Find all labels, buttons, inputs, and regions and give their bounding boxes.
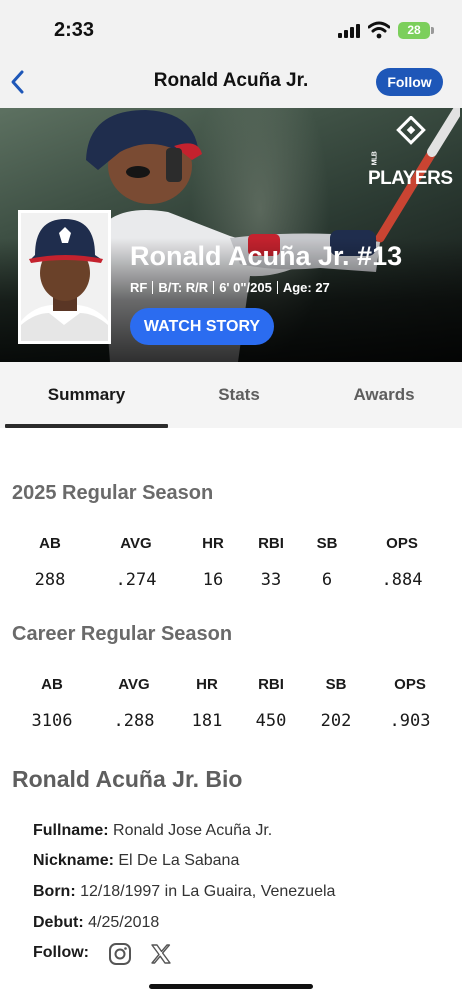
season-header-rbi: RBI xyxy=(258,535,284,552)
bio-nickname-value: El De La Sabana xyxy=(118,852,240,869)
status-bar: 2:33 28 xyxy=(0,0,462,58)
hero-player-meta: RF B/T: R/R 6' 0"/205 Age: 27 xyxy=(130,280,330,295)
player-age: Age: 27 xyxy=(282,280,330,295)
season-header-sb: SB xyxy=(316,535,338,552)
career-value-avg: .288 xyxy=(113,711,155,731)
bio-nickname-label: Nickname: xyxy=(33,852,114,869)
bio-debut-label: Debut: xyxy=(33,914,84,931)
nav-bar: Ronald Acuña Jr. Follow xyxy=(0,58,462,108)
home-indicator xyxy=(149,984,313,989)
career-header-avg: AVG xyxy=(118,676,150,693)
career-header-ab: AB xyxy=(41,676,63,693)
mlb-players-logo-word: PLAYERS xyxy=(368,168,453,189)
battery-icon: 28 xyxy=(398,22,430,39)
chevron-left-icon[interactable] xyxy=(8,68,28,96)
active-tab-indicator xyxy=(5,424,168,428)
watch-story-button[interactable]: WATCH STORY xyxy=(130,308,274,345)
battery-tip xyxy=(431,27,434,34)
career-value-ops: .903 xyxy=(389,711,431,731)
mlb-players-logo-text: MLB PLAYERS xyxy=(368,146,462,190)
tab-bar: Summary Stats Awards xyxy=(0,362,462,428)
season-value-avg: .274 xyxy=(115,570,157,590)
cellular-signal-icon xyxy=(338,24,360,38)
meta-divider xyxy=(276,281,278,294)
hero-player-name: Ronald Acuña Jr. #13 xyxy=(130,241,403,271)
season-value-hr: 16 xyxy=(202,570,224,590)
bio-fullname: Fullname: Ronald Jose Acuña Jr. xyxy=(33,822,272,840)
bio-born-label: Born: xyxy=(33,883,76,900)
bio-title: Ronald Acuña Jr. Bio xyxy=(12,766,243,792)
x-icon[interactable] xyxy=(150,943,172,965)
season-header-ab: AB xyxy=(39,535,61,552)
player-position: RF xyxy=(130,280,148,295)
tab-summary[interactable]: Summary xyxy=(5,362,168,428)
meta-divider xyxy=(152,281,154,294)
mlb-players-logo-small: MLB xyxy=(371,152,379,166)
player-bats-throws: B/T: R/R xyxy=(158,280,209,295)
bio-fullname-label: Fullname: xyxy=(33,822,109,839)
bio-nickname: Nickname: El De La Sabana xyxy=(33,852,239,870)
season-header-hr: HR xyxy=(202,535,224,552)
follow-button[interactable]: Follow xyxy=(376,68,443,96)
tab-stats[interactable]: Stats xyxy=(160,362,318,428)
season-header-avg: AVG xyxy=(120,535,152,552)
bio-debut-value: 4/25/2018 xyxy=(88,914,160,931)
career-value-sb: 202 xyxy=(320,711,352,731)
career-value-ab: 3106 xyxy=(31,711,73,731)
season-value-ab: 288 xyxy=(34,570,66,590)
career-header-ops: OPS xyxy=(394,676,426,693)
status-time: 2:33 xyxy=(54,19,95,41)
meta-divider xyxy=(213,281,215,294)
season-header-ops: OPS xyxy=(386,535,418,552)
tab-awards[interactable]: Awards xyxy=(306,362,462,428)
career-value-rbi: 450 xyxy=(255,711,287,731)
season-value-sb: 6 xyxy=(321,570,333,590)
player-headshot xyxy=(18,210,111,344)
season-value-ops: .884 xyxy=(381,570,423,590)
season-value-rbi: 33 xyxy=(260,570,282,590)
bio-fullname-value: Ronald Jose Acuña Jr. xyxy=(113,822,273,839)
bio-born-value: 12/18/1997 in La Guaira, Venezuela xyxy=(80,883,336,900)
season-stats-title: 2025 Regular Season xyxy=(12,482,214,504)
career-header-sb: SB xyxy=(325,676,347,693)
career-header-hr: HR xyxy=(196,676,218,693)
bio-born: Born: 12/18/1997 in La Guaira, Venezuela xyxy=(33,883,335,901)
wifi-icon xyxy=(368,21,390,39)
career-header-rbi: RBI xyxy=(258,676,284,693)
bio-follow-label: Follow: xyxy=(33,944,89,961)
career-stats-title: Career Regular Season xyxy=(12,623,233,645)
instagram-icon[interactable] xyxy=(108,942,132,966)
career-value-hr: 181 xyxy=(191,711,223,731)
player-height-weight: 6' 0"/205 xyxy=(219,280,272,295)
bio-debut: Debut: 4/25/2018 xyxy=(33,914,159,932)
